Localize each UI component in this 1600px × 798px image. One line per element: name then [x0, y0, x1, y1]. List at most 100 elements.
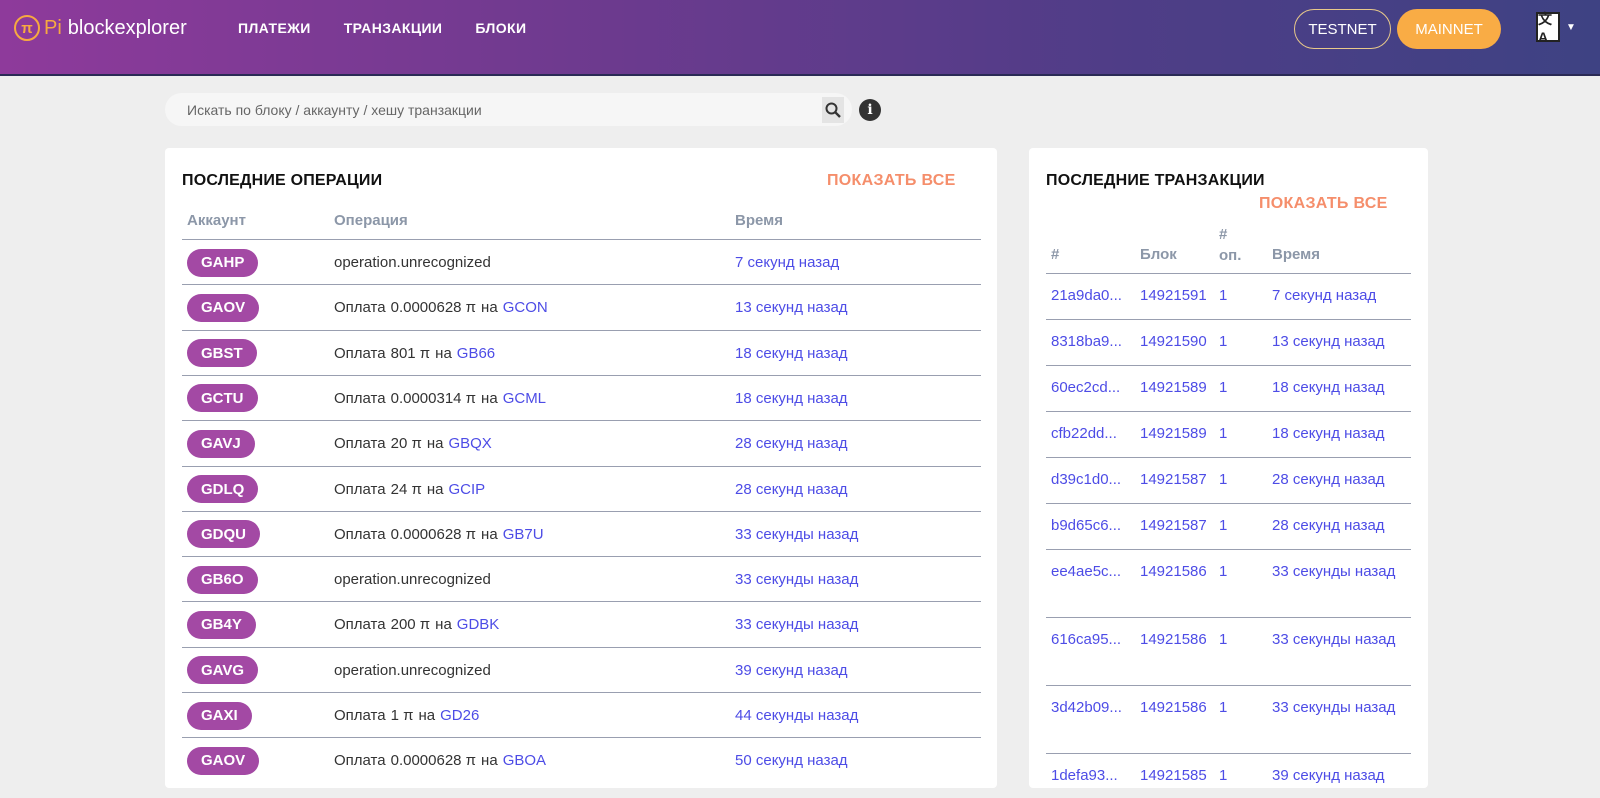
search-button[interactable] — [822, 96, 844, 123]
operations-show-all-link[interactable]: ПОКАЗАТЬ ВСЕ — [827, 172, 956, 190]
operation-amount: 0.0000628 π — [390, 525, 477, 543]
account-badge[interactable]: GAHP — [187, 248, 259, 277]
operation-cell: operation.unrecognized — [334, 240, 491, 285]
destination-account-link[interactable]: GB7U — [503, 526, 544, 543]
tx-time-link[interactable]: 33 секунды назад — [1272, 561, 1407, 583]
operation-time-link[interactable]: 39 секунд назад — [735, 662, 848, 679]
tx-ops-count-link[interactable]: 1 — [1219, 331, 1249, 353]
info-icon[interactable]: i — [859, 99, 881, 121]
account-badge[interactable]: GAOV — [187, 293, 260, 322]
tx-ops-count-link[interactable]: 1 — [1219, 629, 1249, 651]
operation-time-link[interactable]: 50 секунд назад — [735, 752, 848, 769]
tx-hash-link[interactable]: cfb22dd... — [1051, 423, 1133, 445]
destination-account-link[interactable]: GBOA — [503, 752, 546, 769]
tx-block-link[interactable]: 14921590 — [1140, 331, 1214, 353]
operation-to-word: на — [426, 435, 444, 453]
operation-to-word: на — [435, 616, 452, 634]
site-logo[interactable]: π Pi blockexplorer — [14, 14, 187, 42]
tx-hash-link[interactable]: 21a9da0... — [1051, 285, 1133, 307]
testnet-button[interactable]: TESTNET — [1294, 9, 1391, 49]
top-navbar: π Pi blockexplorer ПЛАТЕЖИ ТРАНЗАКЦИИ БЛ… — [0, 0, 1600, 76]
operation-cell: Оплата 0.0000314 π на GCML — [334, 376, 546, 421]
account-cell: GDQU — [187, 512, 260, 557]
destination-account-link[interactable]: GBQX — [448, 435, 491, 452]
operation-time-link[interactable]: 7 секунд назад — [735, 254, 839, 271]
operation-time-link[interactable]: 18 секунд назад — [735, 390, 848, 407]
tx-ops-count-link[interactable]: 1 — [1219, 561, 1249, 583]
destination-account-link[interactable]: GCML — [503, 390, 546, 407]
tx-ops-count-link[interactable]: 1 — [1219, 423, 1249, 445]
account-badge[interactable]: GAVJ — [187, 429, 255, 458]
tx-hash-link[interactable]: d39c1d0... — [1051, 469, 1133, 491]
time-cell: 44 секунды назад — [735, 693, 858, 738]
tx-time-link[interactable]: 18 секунд назад — [1272, 423, 1407, 445]
tx-block-link[interactable]: 14921586 — [1140, 629, 1214, 651]
tx-hash-link[interactable]: 60ec2cd... — [1051, 377, 1133, 399]
tx-time-link[interactable]: 13 секунд назад — [1272, 331, 1407, 353]
account-badge[interactable]: GB4Y — [187, 610, 256, 639]
tx-hash-link[interactable]: ee4ae5c... — [1051, 561, 1133, 583]
operation-time-link[interactable]: 33 секунды назад — [735, 571, 858, 588]
tx-ops-count-link[interactable]: 1 — [1219, 697, 1249, 719]
tx-time-link[interactable]: 33 секунды назад — [1272, 697, 1407, 719]
tx-ops-count-link[interactable]: 1 — [1219, 469, 1249, 491]
tx-ops-count-link[interactable]: 1 — [1219, 285, 1249, 307]
tx-hash-link[interactable]: 8318ba9... — [1051, 331, 1133, 353]
account-badge[interactable]: GBST — [187, 339, 257, 368]
tx-block-link[interactable]: 14921589 — [1140, 423, 1214, 445]
tx-hash-link[interactable]: 616ca95... — [1051, 629, 1133, 651]
nav-blocks[interactable]: БЛОКИ — [475, 20, 526, 36]
account-badge[interactable]: GAOV — [187, 746, 260, 775]
destination-account-link[interactable]: GD26 — [440, 707, 479, 724]
operation-time-link[interactable]: 28 секунд назад — [735, 435, 848, 452]
tx-hash-link[interactable]: b9d65c6... — [1051, 515, 1133, 537]
account-badge[interactable]: GDQU — [187, 520, 260, 549]
tx-time-link[interactable]: 39 секунд назад — [1272, 765, 1407, 787]
operation-time-link[interactable]: 44 секунды назад — [735, 707, 858, 724]
transactions-table-row: 8318ba9... 14921590 1 13 секунд назад — [1046, 319, 1411, 364]
language-selector[interactable]: 文A ▼ — [1536, 11, 1576, 45]
tx-ops-count-link[interactable]: 1 — [1219, 765, 1249, 787]
operation-time-link[interactable]: 33 секунды назад — [735, 616, 858, 633]
tx-block-link[interactable]: 14921591 — [1140, 285, 1214, 307]
tx-time-link[interactable]: 33 секунды назад — [1272, 629, 1407, 651]
operation-time-link[interactable]: 33 секунды назад — [735, 526, 858, 543]
account-badge[interactable]: GB6O — [187, 565, 258, 594]
tx-block-link[interactable]: 14921586 — [1140, 561, 1214, 583]
destination-account-link[interactable]: GDBK — [457, 616, 500, 633]
tx-hash-link[interactable]: 3d42b09... — [1051, 697, 1133, 719]
operation-time-link[interactable]: 28 секунд назад — [735, 481, 848, 498]
tx-time-link[interactable]: 7 секунд назад — [1272, 285, 1407, 307]
tx-time-link[interactable]: 28 секунд назад — [1272, 469, 1407, 491]
operation-type: Оплата — [334, 435, 386, 453]
mainnet-button[interactable]: MAINNET — [1397, 9, 1501, 49]
transactions-show-all-link[interactable]: ПОКАЗАТЬ ВСЕ — [1259, 195, 1388, 213]
account-badge[interactable]: GAXI — [187, 701, 252, 730]
account-badge[interactable]: GCTU — [187, 384, 258, 413]
tx-ops-count-link[interactable]: 1 — [1219, 377, 1249, 399]
account-badge[interactable]: GDLQ — [187, 475, 259, 503]
operation-type: operation.unrecognized — [334, 254, 491, 271]
destination-account-link[interactable]: GCON — [503, 299, 548, 316]
tx-hash-link[interactable]: 1defa93... — [1051, 765, 1133, 787]
search-input[interactable] — [165, 101, 822, 118]
tx-block-link[interactable]: 14921587 — [1140, 515, 1214, 537]
nav-payments[interactable]: ПЛАТЕЖИ — [238, 20, 311, 36]
tx-time-link[interactable]: 18 секунд назад — [1272, 377, 1407, 399]
tx-block-link[interactable]: 14921586 — [1140, 697, 1214, 719]
transactions-title: ПОСЛЕДНИЕ ТРАНЗАКЦИИ — [1046, 172, 1265, 189]
tx-block-link[interactable]: 14921587 — [1140, 469, 1214, 491]
operation-type: Оплата — [334, 752, 386, 770]
pi-logo-icon: π — [14, 15, 40, 41]
tx-block-link[interactable]: 14921585 — [1140, 765, 1214, 787]
tx-block-link[interactable]: 14921589 — [1140, 377, 1214, 399]
destination-account-link[interactable]: GCIP — [448, 481, 485, 498]
nav-transactions[interactable]: ТРАНЗАКЦИИ — [344, 20, 443, 36]
account-badge[interactable]: GAVG — [187, 656, 259, 685]
operation-time-link[interactable]: 18 секунд назад — [735, 345, 848, 362]
tx-time-link[interactable]: 28 секунд назад — [1272, 515, 1407, 537]
account-cell: GAOV — [187, 738, 260, 783]
operation-time-link[interactable]: 13 секунд назад — [735, 299, 848, 316]
tx-ops-count-link[interactable]: 1 — [1219, 515, 1249, 537]
destination-account-link[interactable]: GB66 — [457, 345, 495, 362]
